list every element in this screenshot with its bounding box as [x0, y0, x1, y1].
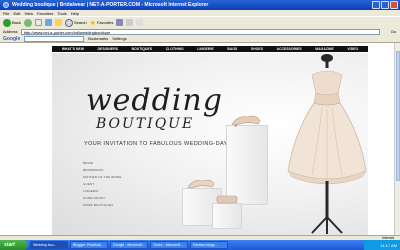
sublink-lingerie[interactable]: LINGERIE	[83, 189, 122, 193]
nav-magazine[interactable]: MAGAZINE	[315, 47, 333, 51]
nav-accessories[interactable]: ACCESSORIES	[277, 47, 302, 51]
mail-icon[interactable]	[126, 19, 134, 26]
shoe-image[interactable]	[186, 175, 216, 190]
sublink-more-boutiques[interactable]: MORE BOUTIQUES	[83, 203, 122, 207]
address-label: Address	[3, 29, 18, 34]
taskbar-item[interactable]: Blogger: Practical...	[70, 241, 108, 249]
system-tray: 11:17 AM	[364, 240, 400, 250]
settings-button[interactable]: Settings	[112, 36, 126, 41]
address-bar: Address http://www.net-a-porter.com/intl…	[0, 28, 400, 35]
window-title-bar: Wedding boutique | Bridalwear | NET-A-PO…	[0, 0, 400, 10]
history-icon[interactable]	[116, 19, 124, 26]
nav-whats-new[interactable]: WHAT'S NEW	[62, 47, 84, 51]
taskbar-item[interactable]: Fashion blogs...	[190, 241, 228, 249]
window-title: Wedding boutique | Bridalwear | NET-A-PO…	[12, 2, 209, 8]
stop-icon[interactable]	[34, 19, 42, 26]
boutique-sublinks: BRIDE BRIDESMAID MOTHER OF THE BRIDE GUE…	[83, 161, 122, 207]
nav-boutiques[interactable]: BOUTIQUES	[132, 47, 153, 51]
forward-button[interactable]	[23, 18, 32, 27]
address-input[interactable]: http://www.net-a-porter.com/intl/wedding…	[20, 28, 380, 35]
window-controls	[372, 1, 398, 9]
sublink-guest[interactable]: GUEST	[83, 182, 122, 186]
taskbar-item[interactable]: Google - Microsoft...	[110, 241, 148, 249]
site-navigation: WHAT'S NEW DESIGNERS BOUTIQUES CLOTHING …	[52, 46, 368, 52]
back-label: Back	[12, 20, 21, 25]
menu-favorites[interactable]: Favorites	[37, 11, 53, 16]
nav-lingerie[interactable]: LINGERIE	[197, 47, 213, 51]
nav-designers[interactable]: DESIGNERS	[98, 47, 118, 51]
bookmarks-button[interactable]: Bookmarks	[88, 36, 108, 41]
hero-title-wedding: wedding	[86, 83, 223, 118]
internet-explorer-icon	[3, 2, 9, 8]
favorites-label: Favorites	[96, 20, 114, 25]
start-button[interactable]: start	[0, 240, 28, 250]
menu-edit[interactable]: Edit	[13, 11, 20, 16]
scrollbar-thumb[interactable]	[396, 51, 400, 181]
back-button[interactable]: Back	[3, 18, 21, 27]
taskbar: start Wedding bou... Blogger: Practical.…	[0, 240, 400, 250]
home-icon[interactable]	[54, 19, 62, 26]
sublink-mother-of-bride[interactable]: MOTHER OF THE BRIDE	[83, 175, 122, 179]
hero-banner[interactable]: wedding BOUTIQUE YOUR INVITATION TO FABU…	[52, 53, 368, 235]
browser-toolbar: Back Search ★ Favorites	[0, 16, 400, 28]
go-button[interactable]: Go	[391, 29, 396, 34]
nav-shoes[interactable]: SHOES	[251, 47, 263, 51]
google-toolbar: Google Bookmarks Settings	[0, 35, 400, 43]
wedding-dress-image[interactable]	[282, 53, 372, 235]
clutch-bag-image[interactable]	[215, 193, 239, 205]
refresh-icon[interactable]	[44, 19, 52, 26]
close-button[interactable]	[390, 1, 398, 9]
search-button[interactable]: Search	[64, 18, 87, 27]
back-arrow-icon	[3, 18, 11, 27]
sublink-honeymoon[interactable]: HONEYMOON	[83, 196, 122, 200]
nav-bags[interactable]: BAGS	[227, 47, 237, 51]
search-label: Search	[73, 20, 87, 25]
forward-arrow-icon	[23, 18, 32, 27]
vertical-scrollbar[interactable]	[394, 43, 400, 235]
google-logo: Google	[3, 35, 21, 42]
menu-help[interactable]: Help	[71, 11, 79, 16]
clock: 11:17 AM	[380, 242, 397, 248]
google-search-input[interactable]	[24, 35, 85, 42]
pedestal-small	[212, 203, 242, 229]
menu-file[interactable]: File	[3, 11, 9, 16]
star-icon: ★	[89, 19, 96, 27]
nav-clothing[interactable]: CLOTHING	[166, 47, 184, 51]
menu-view[interactable]: View	[24, 11, 33, 16]
shoe-image[interactable]	[230, 111, 262, 127]
sublink-bridesmaid[interactable]: BRIDESMAID	[83, 168, 122, 172]
taskbar-item[interactable]: Tuxeo - Microsoft...	[150, 241, 188, 249]
nav-video[interactable]: VIDEO	[347, 47, 358, 51]
menu-tools[interactable]: Tools	[57, 11, 66, 16]
search-icon	[64, 18, 73, 27]
hero-title-boutique: BOUTIQUE	[96, 116, 195, 132]
favorites-button[interactable]: ★ Favorites	[90, 18, 114, 27]
web-page: WHAT'S NEW DESIGNERS BOUTIQUES CLOTHING …	[0, 43, 394, 235]
minimize-button[interactable]	[372, 1, 380, 9]
sublink-bride[interactable]: BRIDE	[83, 161, 122, 165]
taskbar-item[interactable]: Wedding bou...	[30, 241, 68, 249]
maximize-button[interactable]	[381, 1, 389, 9]
hero-tagline: YOUR INVITATION TO FABULOUS WEDDING-DAY …	[84, 141, 245, 147]
print-icon[interactable]	[136, 19, 144, 26]
